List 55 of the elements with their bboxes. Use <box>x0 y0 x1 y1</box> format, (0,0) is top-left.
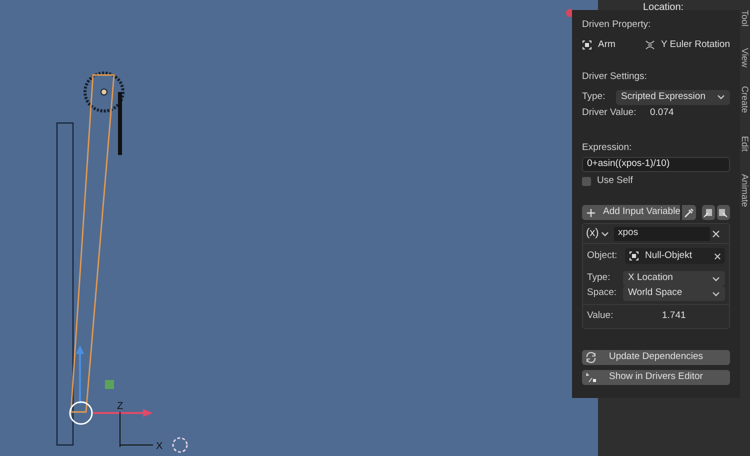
field-label: Object: <box>587 248 618 263</box>
sidebar-header: Location: <box>643 1 684 15</box>
caret-icon <box>600 230 609 236</box>
copy-icon[interactable] <box>702 205 715 220</box>
field-label: Type: <box>587 271 612 286</box>
editor-icon <box>585 372 597 383</box>
object-icon <box>582 40 592 50</box>
section-label: Driven Property: <box>582 18 651 32</box>
caret-icon <box>717 94 725 100</box>
variable-type-dropdown[interactable]: (x) <box>586 225 612 242</box>
cursor-icon <box>172 437 188 453</box>
eyedropper-icon[interactable] <box>682 205 696 220</box>
use-self-checkbox[interactable] <box>582 176 591 186</box>
action-button[interactable]: Show in Drivers Editor <box>582 370 730 385</box>
axis-label: X <box>156 440 163 454</box>
checkbox-label: Use Self <box>597 174 633 188</box>
object-icon <box>629 251 639 261</box>
space-dropdown[interactable]: World Space <box>623 286 725 301</box>
variable-value: 1.741 <box>662 309 686 324</box>
field-label: Value: <box>587 309 614 324</box>
plus-icon <box>587 208 595 216</box>
x-arrow <box>93 409 153 417</box>
action-button[interactable]: Update Dependencies <box>582 350 730 365</box>
section-label: Expression: <box>582 140 632 155</box>
paste-icon[interactable] <box>716 205 730 220</box>
object-field[interactable]: Null-Objekt <box>625 248 725 264</box>
object-name: Arm <box>598 38 616 52</box>
axis-drawing <box>120 412 154 448</box>
empty-marker <box>105 380 114 389</box>
type-dropdown[interactable]: Scripted Expression <box>616 90 730 104</box>
axis-label: Z <box>117 400 124 414</box>
type-dropdown[interactable]: X Location <box>623 271 725 286</box>
section-label: Driver Settings: <box>582 70 647 84</box>
refresh-icon <box>585 352 597 363</box>
variable-name-field[interactable]: xpos <box>614 226 710 240</box>
origin-circle <box>69 401 93 425</box>
wheel-drawing <box>84 72 124 112</box>
sidebar-tab[interactable]: Tool <box>738 10 750 27</box>
caret-icon <box>712 276 720 282</box>
sidebar-tab[interactable]: View <box>738 48 750 68</box>
add-variable-button[interactable]: Add Input Variable <box>582 205 680 220</box>
field-label: Type: <box>582 90 606 104</box>
rod-drawing <box>118 92 122 155</box>
expression-field[interactable]: 0+asin((xpos-1)/10) <box>582 157 730 172</box>
z-arrow <box>76 345 84 404</box>
sidebar-tab[interactable]: Edit <box>738 136 750 152</box>
caret-icon <box>712 290 720 296</box>
bone-icon <box>644 40 655 50</box>
sidebar-tab[interactable]: Create <box>738 86 750 114</box>
field-label: Driver Value: <box>582 106 638 120</box>
field-label: Space: <box>587 286 618 300</box>
property-name: Y Euler Rotation <box>660 38 730 52</box>
sidebar-tab[interactable]: Animate <box>738 174 750 208</box>
clear-icon <box>714 252 721 260</box>
driver-value: 0.074 <box>650 106 674 120</box>
